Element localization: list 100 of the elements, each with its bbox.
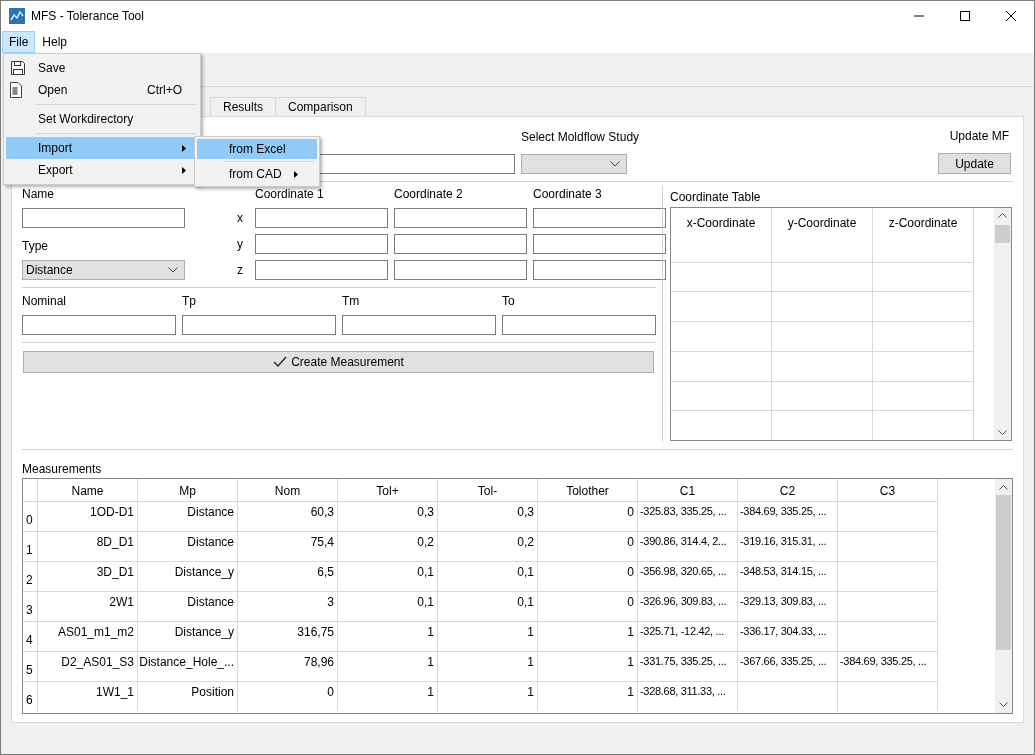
table-cell: 1 [438, 681, 538, 711]
column-header: C3 [838, 479, 938, 501]
field-label: Select Moldflow Study [521, 129, 641, 146]
table-cell: 1 [338, 681, 438, 711]
table-cell: 0,3 [338, 501, 438, 531]
window-title: MFS - Tolerance Tool [31, 8, 144, 25]
column-header: Nom [238, 479, 338, 501]
menu-item[interactable]: from Excel [197, 139, 317, 159]
field-label: Coordinate 3 [533, 187, 603, 202]
coordinate-field[interactable] [255, 234, 388, 254]
column-header: z-Coordinate [887, 215, 959, 232]
column-header: y-Coordinate [786, 215, 858, 232]
shortcut-label: Ctrl+O [147, 82, 182, 99]
scrollbar[interactable] [995, 479, 1012, 713]
table-cell: 1 [338, 621, 438, 651]
table-cell: -356.98, 320.65, ... [638, 561, 738, 591]
coordinate-field[interactable] [533, 260, 666, 280]
maximize-icon [960, 11, 970, 21]
table-cell: 1 [538, 681, 638, 711]
name-field[interactable] [22, 208, 185, 228]
table-cell: -336.17, 304.33, ... [738, 621, 838, 651]
coordinate-field[interactable] [533, 208, 666, 228]
table-cell: Distance_y [138, 621, 238, 651]
menu-item[interactable]: File [2, 31, 36, 53]
scrollbar-thumb[interactable] [996, 495, 1011, 650]
table-cell: 60,3 [238, 501, 338, 531]
tab[interactable]: Results [210, 97, 276, 116]
submenu-arrow-icon [182, 144, 186, 152]
table-cell: 78,96 [238, 651, 338, 681]
coordinate-field[interactable] [255, 260, 388, 280]
table-cell: 1 [538, 621, 638, 651]
column-header: Mp [138, 479, 238, 501]
tab[interactable]: Comparison [275, 97, 366, 116]
table-cell: Distance [138, 501, 238, 531]
coordinate-field[interactable] [533, 234, 666, 254]
section-label: Measurements [22, 461, 103, 475]
submenu-arrow-icon [293, 170, 298, 178]
table-cell: 3 [238, 591, 338, 621]
app-logo-icon [9, 8, 25, 24]
column-header: Tol+ [338, 479, 438, 501]
table-cell: 0 [538, 561, 638, 591]
table-cell: Position [138, 681, 238, 711]
scrollbar-thumb[interactable] [995, 225, 1010, 243]
menu-item[interactable]: Save [6, 57, 198, 79]
document-icon [10, 82, 22, 98]
table-cell: 1 [438, 651, 538, 681]
checkmark-icon [273, 356, 288, 368]
submenu-arrow-icon [182, 166, 186, 174]
row-header: 2 [23, 561, 38, 591]
table-cell: -326.96, 309.83, ... [638, 591, 738, 621]
menu-item[interactable]: Export [6, 159, 198, 181]
coordinate-field[interactable] [394, 234, 527, 254]
tolerance-field[interactable] [182, 315, 336, 335]
field-label: Update MF [949, 128, 1009, 145]
coordinate-field[interactable] [394, 260, 527, 280]
column-header: C1 [638, 479, 738, 501]
table-cell: -319.16, 315.31, ... [738, 531, 838, 561]
table-cell: 0 [538, 591, 638, 621]
axis-label: x [237, 210, 243, 227]
table-cell: 75,4 [238, 531, 338, 561]
chevron-down-icon [168, 267, 178, 273]
table-cell: 8D_D1 [38, 531, 138, 561]
field-label: Coordinate 1 [255, 187, 325, 202]
menu-item[interactable]: Open Ctrl+O [6, 79, 198, 101]
chevron-down-icon [999, 702, 1008, 707]
field-label: Nominal [22, 294, 67, 309]
tolerance-field[interactable] [22, 315, 176, 335]
create-measurement-button[interactable]: Create Measurement [23, 351, 654, 373]
close-icon [1006, 11, 1016, 21]
field-label: Tp [182, 294, 197, 309]
table-cell: 0 [238, 681, 338, 711]
table-cell: Distance_Hole_... [138, 651, 238, 681]
menu-item[interactable]: Help [35, 31, 75, 53]
column-header: Tol- [438, 479, 538, 501]
column-header: Tolother [538, 479, 638, 501]
coordinate-field[interactable] [255, 208, 388, 228]
update-button[interactable]: Update [938, 153, 1011, 174]
table-cell: Distance [138, 591, 238, 621]
table-cell: 0,1 [438, 591, 538, 621]
table-cell: 1W1_1 [38, 681, 138, 711]
row-header: 6 [23, 681, 38, 711]
scrollbar[interactable] [994, 208, 1011, 440]
menu-item[interactable]: Set Workdirectory [6, 108, 198, 130]
table-cell: 1OD-D1 [38, 501, 138, 531]
table-cell: Distance_y [138, 561, 238, 591]
table-cell: 1 [338, 651, 438, 681]
coordinate-field[interactable] [394, 208, 527, 228]
chevron-up-icon [999, 485, 1008, 490]
menu-item[interactable]: from CAD [197, 164, 317, 184]
chevron-down-icon [610, 161, 620, 167]
table-cell: 0 [538, 531, 638, 561]
table-cell: 0,3 [438, 501, 538, 531]
table-cell: 0,2 [438, 531, 538, 561]
tolerance-field[interactable] [502, 315, 656, 335]
type-dropdown[interactable]: Distance [22, 260, 185, 280]
tolerance-field[interactable] [342, 315, 496, 335]
field-label: Coordinate 2 [394, 187, 464, 202]
table-cell: Distance [138, 531, 238, 561]
table-cell: -331.75, 335.25, ... [638, 651, 738, 681]
table-cell: 0,1 [338, 561, 438, 591]
